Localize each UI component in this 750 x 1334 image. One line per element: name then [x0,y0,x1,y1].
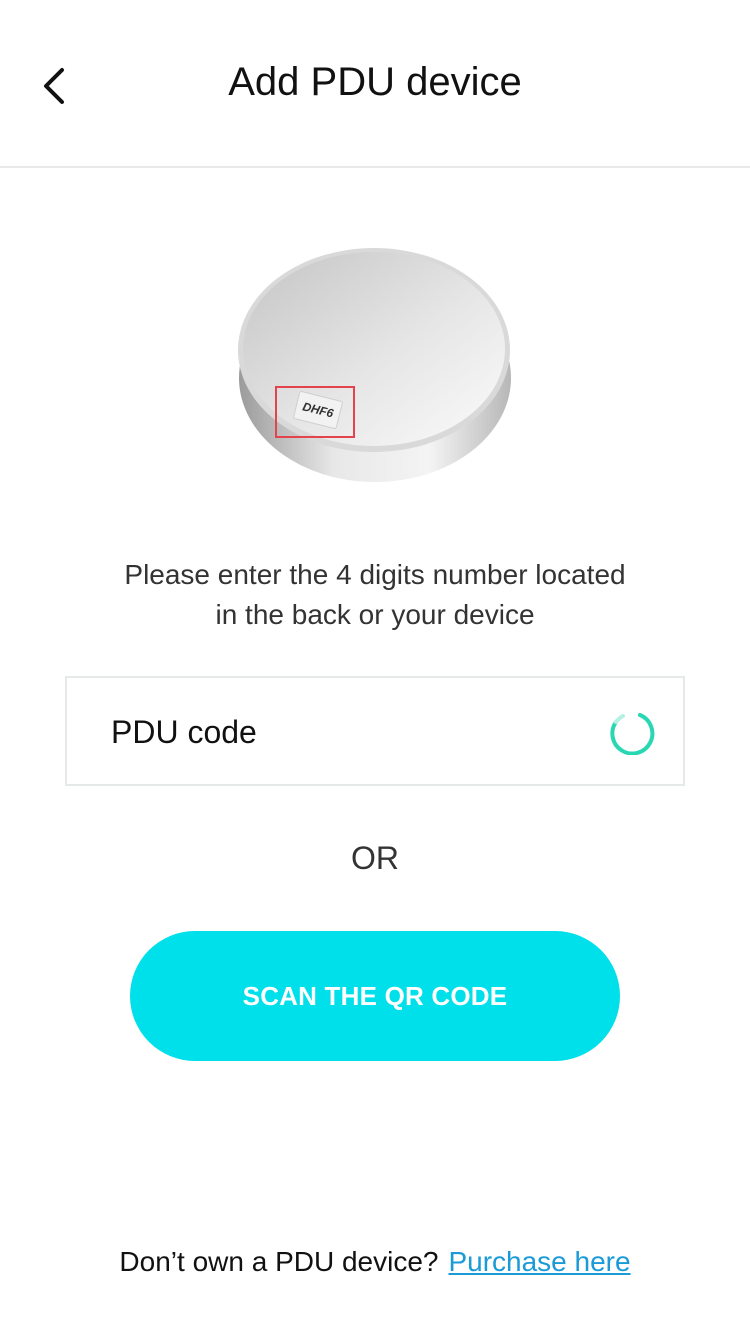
page-title: Add PDU device [228,60,522,104]
pdu-code-field[interactable] [65,676,685,786]
purchase-footer: Don’t own a PDU device? Purchase here [0,1242,750,1282]
instruction-line-2: in the back or your device [215,599,535,630]
spinner-icon [610,713,655,755]
scan-qr-button[interactable]: SCAN THE QR CODE [130,931,620,1061]
instruction-line-1: Please enter the 4 digits number located [124,559,626,590]
pdu-code-input[interactable] [111,704,581,760]
footer-prompt: Don’t own a PDU device? [119,1246,439,1277]
instruction-text: Please enter the 4 digits number located… [75,555,675,635]
or-divider: OR [351,840,399,876]
purchase-link[interactable]: Purchase here [448,1246,630,1277]
app-header: Add PDU device [0,0,750,168]
device-illustration: DHF6 [230,238,520,493]
